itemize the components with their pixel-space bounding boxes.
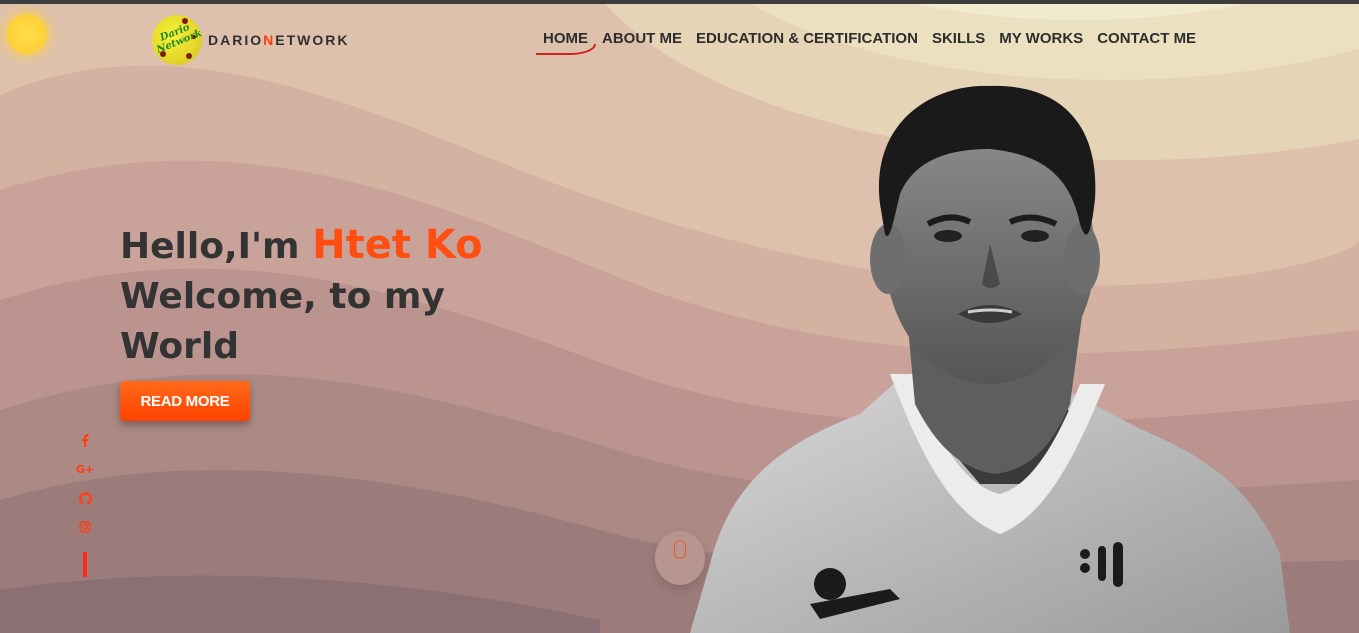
read-more-button[interactable]: READ MORE — [120, 381, 250, 421]
facebook-icon[interactable] — [76, 434, 94, 463]
instagram-icon[interactable] — [76, 521, 94, 550]
brand-name-part1: DARIO — [208, 32, 264, 48]
sun-icon[interactable] — [7, 14, 47, 54]
nav-about-me[interactable]: ABOUT ME — [602, 30, 682, 47]
nav-education-certification[interactable]: EDUCATION & CERTIFICATION — [696, 30, 918, 47]
hero-section: Hello,I'm Htet Ko Welcome, to my World R… — [120, 220, 483, 421]
nav-skills[interactable]: SKILLS — [932, 30, 985, 47]
hero-subtitle: Welcome, to my World — [120, 276, 445, 367]
mouse-scroll-icon — [674, 540, 686, 559]
main-nav: HOME ABOUT ME EDUCATION & CERTIFICATION … — [534, 30, 1210, 55]
hero-greeting-line: Hello,I'm Htet Ko — [120, 220, 483, 272]
social-links: G+ — [76, 434, 94, 577]
social-divider-bar — [83, 552, 87, 577]
top-border — [0, 0, 1359, 4]
nav-contact-me[interactable]: CONTACT ME — [1097, 30, 1196, 47]
brand-name-part2: ETWORK — [275, 32, 350, 48]
logo-badge-text: Dario Network — [155, 22, 202, 56]
site-logo[interactable]: Dario Network DARIONETWORK — [152, 15, 349, 65]
nav-home[interactable]: HOME — [534, 30, 596, 55]
github-icon[interactable] — [76, 492, 94, 521]
google-plus-icon[interactable]: G+ — [76, 463, 94, 492]
profile-photo — [690, 85, 1290, 633]
hero-greeting: Hello,I'm — [120, 226, 313, 267]
brand-name-accent: N — [263, 32, 276, 48]
scroll-down-button[interactable] — [655, 531, 705, 585]
hero-name: Htet Ko — [312, 222, 483, 268]
logo-badge: Dario Network — [152, 15, 202, 65]
nav-my-works[interactable]: MY WORKS — [999, 30, 1083, 47]
brand-name: DARIONETWORK — [208, 32, 349, 48]
